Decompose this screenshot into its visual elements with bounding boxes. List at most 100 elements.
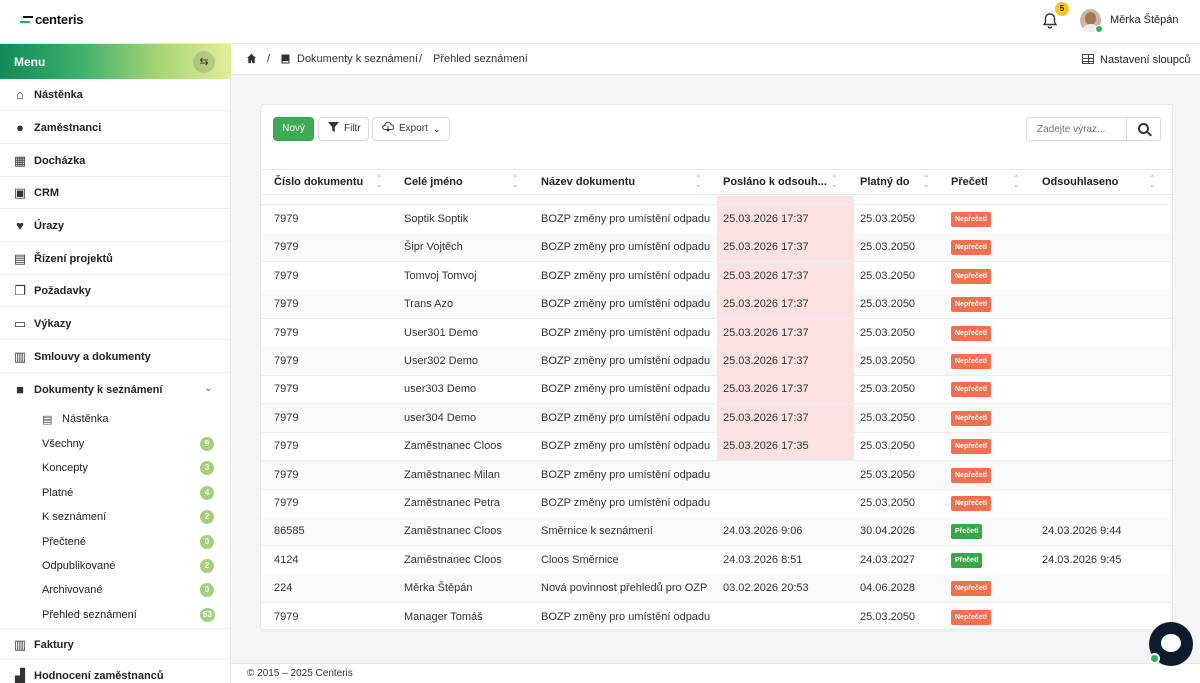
books-icon: ▥ [13,349,27,364]
table-row[interactable]: 4124 Zaměstnanec Cloos Cloos Směrnice 24.03… [261,546,1172,575]
submenu-label: Archivované [42,584,103,597]
sidebar-item-8[interactable]: ▥ Smlouvy a dokumenty [0,341,230,373]
chat-icon [1161,634,1181,652]
submenu-item-2[interactable]: Platné 4 [0,481,230,505]
sidebar-item-bottom-1[interactable]: ▟ Hodnocení zaměstnanců [0,660,230,683]
submenu-item-7[interactable]: Přehled seznámení 53 [0,603,230,627]
submenu-item-3[interactable]: K seznámení 2 [0,505,230,529]
heart-icon: ♥ [16,218,24,233]
cell-valid: 25.03.2050 [860,355,916,367]
search-button[interactable] [1127,117,1161,141]
submenu-item-4[interactable]: Přečtené 0 [0,530,230,554]
sidebar-item-label: Úrazy [34,220,64,232]
table-row[interactable]: 7979 Tomvoj Tomvoj BOZP změny pro umístění… [261,261,1172,291]
table-row-partial [261,196,1172,205]
cell-name: Zaměstnanec Petra [404,497,500,509]
submenu-dashboard[interactable]: ▤ Nástěnka [0,407,230,431]
sidebar-item-3[interactable]: ▣ CRM [0,177,230,209]
read-status-badge: Nepřečetl [951,382,991,398]
table-row[interactable]: 224 Měrka Štěpán Nová povinnost přehledů p… [261,574,1172,604]
sidebar-item-bottom-0[interactable]: ▥ Faktury [0,628,230,660]
cell-sent: 25.03.2026 17:37 [723,269,809,282]
table-row[interactable]: 7979 Zaměstnanec Petra BOZP změny pro umís… [261,489,1172,518]
cell-sent: 25.03.2026 17:37 [723,213,809,225]
submenu-item-6[interactable]: Archivované 0 [0,578,230,602]
sidebar-item-label: Výkazy [34,318,72,330]
user-name[interactable]: Měrka Štěpán [1110,14,1178,26]
table-row[interactable]: 7979 user304 Demo BOZP změny pro umístění … [261,403,1172,433]
sort-icon[interactable]: ⌃ ⌄ [376,175,383,189]
column-header-6[interactable]: Odsouhlaseno [1042,176,1118,188]
sidebar: Menu ⇆ ⌂ Nástěnka ● Zaměstnanci ▦ Docházka ▣ CR… [0,44,231,683]
column-header-2[interactable]: Název dokumentu [541,176,635,188]
table-row[interactable]: 7979 Manager Tomáš BOZP změny pro umístění… [261,603,1172,632]
cell-name: Trans Azo [404,298,454,311]
cell-sent: 25.03.2026 17:37 [723,383,809,396]
cell-sent: 25.03.2026 17:37 [723,411,809,424]
cell-name: Zaměstnanec Cloos [404,440,502,453]
sort-icon[interactable]: ⌃ ⌄ [831,175,838,189]
column-header-3[interactable]: Posláno k odsouh... [723,176,827,188]
bell-icon[interactable] [1041,12,1059,30]
breadcrumb-item-documents[interactable]: Dokumenty k seznámení [297,53,418,65]
table-row[interactable]: 7979 Soptik Soptik BOZP změny pro umístění… [261,205,1172,234]
sort-icon[interactable]: ⌃ ⌄ [512,175,519,189]
sidebar-item-label: Řízení projektů [34,253,113,265]
new-button[interactable]: Nový [273,117,314,141]
sidebar-item-6[interactable]: ❐ Požadavky [0,275,230,307]
sidebar-item-2[interactable]: ▦ Docházka [0,145,230,177]
table-row[interactable]: 7979 User301 Demo BOZP změny pro umístění … [261,318,1172,348]
document-overview-card: Nový Filtr Export ⌄ Číslo dokumentu ⌃⌄ Cel… [260,104,1173,632]
table-row[interactable]: 7979 Šipr Vojtěch BOZP změny pro umístění … [261,233,1172,263]
filter-button[interactable]: Filtr [318,117,369,141]
search-input[interactable] [1026,117,1127,141]
column-header-5[interactable]: Přečetl [951,176,988,188]
submenu-item-1[interactable]: Koncepty 3 [0,456,230,480]
cell-sent: 25.03.2026 17:35 [723,440,809,453]
read-status-badge: Nepřečetl [951,354,991,369]
logo[interactable]: centeris [20,12,83,27]
column-header-4[interactable]: Platný do [860,176,910,188]
sort-icon[interactable]: ⌃ ⌄ [1149,175,1156,189]
sidebar-item-0[interactable]: ⌂ Nástěnka [0,79,230,111]
cell-valid: 25.03.2050 [860,326,916,339]
table-row[interactable]: 7979 Zaměstnanec Milan BOZP změny pro umís… [261,460,1172,490]
table-row[interactable]: 7979 Zaměstnanec Cloos BOZP změny pro umís… [261,432,1172,462]
sort-icon[interactable]: ⌃ ⌄ [1013,175,1020,189]
export-label: Export [399,123,428,134]
book-icon [281,54,290,64]
sidebar-title: Menu [14,55,46,69]
home-icon[interactable] [246,53,257,64]
column-settings-button[interactable]: Nastavení sloupců [1082,53,1191,66]
submenu-label: Koncepty [42,462,88,475]
breadcrumb-separator: / [267,53,271,65]
submenu-item-0[interactable]: Všechny 9 [0,432,230,456]
read-status-badge: Přečetl [951,524,983,540]
clipboard-icon: ▭ [13,316,27,331]
column-header-1[interactable]: Celé jméno [404,176,463,188]
submenu-item-5[interactable]: Odpublikované 2 [0,554,230,578]
cell-doc: BOZP změny pro umístění odpadu [541,411,711,424]
sidebar-item-9[interactable]: ■ Dokumenty k seznámení ⌄ [0,374,230,406]
cell-doc: BOZP změny pro umístění odpadu [541,269,711,282]
sidebar-collapse-button[interactable]: ⇆ [193,51,215,73]
table-row[interactable]: 86585 Zaměstnanec Cloos Směrnice k seznáme… [261,517,1172,547]
sidebar-item-4[interactable]: ♥ Úrazy [0,210,230,242]
book-icon: ■ [16,382,24,397]
chat-button[interactable] [1149,622,1193,666]
export-button[interactable]: Export ⌄ [372,117,450,141]
sidebar-item-1[interactable]: ● Zaměstnanci [0,112,230,144]
count-badge: 9 [200,437,214,451]
books-icon: ▥ [13,637,27,652]
chevron-down-icon[interactable]: ⌄ [204,383,212,394]
table-row[interactable]: 7979 User302 Demo BOZP změny pro umístění … [261,347,1172,376]
sort-icon[interactable]: ⌃ ⌄ [695,175,702,189]
table-row[interactable]: 7979 user303 Demo BOZP změny pro umístění … [261,375,1172,405]
sidebar-item-5[interactable]: ▤ Řízení projektů [0,243,230,275]
sort-icon[interactable]: ⌃ ⌄ [923,175,930,189]
sidebar-item-7[interactable]: ▭ Výkazy [0,308,230,340]
column-header-0[interactable]: Číslo dokumentu [274,176,363,188]
table-row[interactable]: 7979 Trans Azo BOZP změny pro umístění odp… [261,290,1172,320]
chat-icon: ▤ [13,251,27,266]
count-badge: 2 [200,559,214,573]
